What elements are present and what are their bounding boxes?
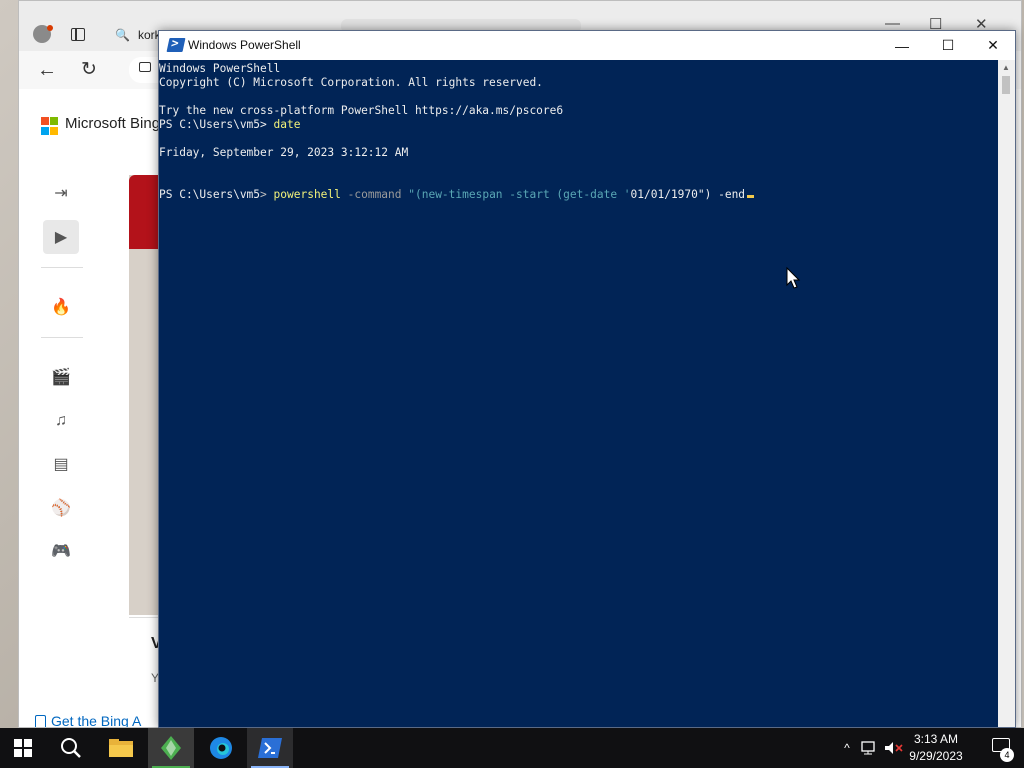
search-icon — [61, 738, 81, 758]
taskbar-powershell[interactable] — [247, 728, 293, 768]
console-line: Copyright (C) Microsoft Corporation. All… — [159, 76, 543, 89]
video-thumbnail-accent — [129, 175, 159, 249]
command-parameter: -command — [340, 188, 409, 201]
powershell-icon[interactable] — [166, 38, 186, 52]
gaming-controller-icon[interactable]: 🎮 — [49, 539, 73, 563]
command-powershell: powershell — [273, 188, 341, 201]
folder-icon — [109, 739, 133, 757]
console-line: Windows PowerShell — [159, 62, 281, 75]
phone-icon — [35, 715, 46, 727]
prompt-path: PS C:\Users\vm5 — [159, 118, 261, 131]
bing-side-rail: ⇥ ▶ 🔥 🎬 ♫ ▤ ⚾ 🎮 — [19, 169, 114, 727]
volume-muted-icon[interactable] — [884, 741, 904, 755]
console-line: Try the new cross-platform PowerShell ht… — [159, 104, 564, 117]
profile-notification-dot — [47, 25, 53, 31]
music-note-icon[interactable]: ♫ — [49, 409, 73, 433]
vertical-scrollbar[interactable]: ▲ — [998, 60, 1015, 727]
scrollbar-thumb[interactable] — [1002, 76, 1010, 94]
bing-brand-title[interactable]: Microsoft Bing — [65, 115, 160, 132]
taskbar-clock[interactable]: 3:13 AM 9/29/2023 — [906, 731, 966, 765]
prompt-gt: > — [260, 118, 274, 131]
video-icon[interactable]: ▶ — [43, 220, 79, 254]
taskbar: ^ 3:13 AM 9/29/2023 4 — [0, 728, 1024, 768]
taskbar-app-green[interactable] — [148, 728, 194, 768]
console-input-line[interactable]: PS C:\Users\vm5> powershell -command "(n… — [159, 188, 999, 202]
powershell-icon — [258, 738, 282, 758]
window-title: Windows PowerShell — [188, 38, 301, 52]
movies-clapper-icon[interactable]: 🎬 — [49, 365, 73, 389]
taskbar-file-explorer[interactable] — [98, 728, 144, 768]
refresh-icon[interactable]: ↻ — [81, 58, 97, 81]
sidebar-toggle-icon[interactable]: ⇥ — [49, 181, 73, 205]
mouse-pointer-icon — [786, 266, 801, 289]
sports-ball-icon[interactable]: ⚾ — [49, 496, 73, 520]
scroll-up-arrow-icon[interactable]: ▲ — [1002, 63, 1010, 72]
close-button[interactable]: ✕ — [970, 31, 1016, 60]
text-cursor — [747, 195, 755, 198]
maximize-button[interactable]: ☐ — [925, 31, 971, 60]
video-card[interactable] — [129, 617, 159, 708]
date-output: Friday, September 29, 2023 3:12:12 AM — [159, 146, 409, 159]
notification-count-badge: 4 — [1000, 748, 1014, 762]
divider — [41, 267, 83, 268]
taskbar-search-button[interactable] — [48, 728, 94, 768]
console-output[interactable]: Windows PowerShell Copyright (C) Microso… — [159, 60, 999, 727]
powershell-window[interactable]: Windows PowerShell — ☐ ✕ Windows PowerSh… — [158, 30, 1016, 728]
tab-actions-icon[interactable] — [71, 28, 85, 41]
prompt-gt: > — [260, 188, 274, 201]
lock-icon — [139, 62, 151, 72]
minimize-button[interactable]: — — [879, 31, 925, 60]
green-crystal-icon — [161, 736, 181, 760]
command-literal: 01/01/1970") -end — [630, 188, 746, 201]
edge-browser-icon — [210, 737, 232, 759]
start-button[interactable] — [0, 728, 46, 768]
trending-flame-icon[interactable]: 🔥 — [49, 295, 73, 319]
get-bing-app-link[interactable]: Get the Bing A — [51, 713, 141, 727]
system-tray: ^ — [838, 728, 904, 768]
divider — [41, 337, 83, 338]
taskbar-edge[interactable] — [198, 728, 244, 768]
command-date: date — [273, 118, 301, 131]
show-hidden-icons-chevron-up-icon[interactable]: ^ — [838, 741, 856, 755]
console-prompt-line: PS C:\Users\vm5> date — [159, 118, 999, 132]
command-string: "(new-timespan -start (get-date ' — [408, 188, 631, 201]
clock-time: 3:13 AM — [913, 732, 959, 746]
network-icon[interactable] — [861, 741, 879, 755]
news-icon[interactable]: ▤ — [49, 452, 73, 476]
microsoft-logo-icon — [41, 117, 59, 135]
clock-date: 9/29/2023 — [909, 749, 963, 763]
prompt-path: PS C:\Users\vm5 — [159, 188, 261, 201]
windows-logo-icon — [14, 739, 32, 757]
back-arrow-icon[interactable]: ← — [37, 59, 57, 82]
powershell-titlebar[interactable]: Windows PowerShell — ☐ ✕ — [159, 31, 1015, 60]
search-icon: 🔍 — [115, 28, 130, 42]
